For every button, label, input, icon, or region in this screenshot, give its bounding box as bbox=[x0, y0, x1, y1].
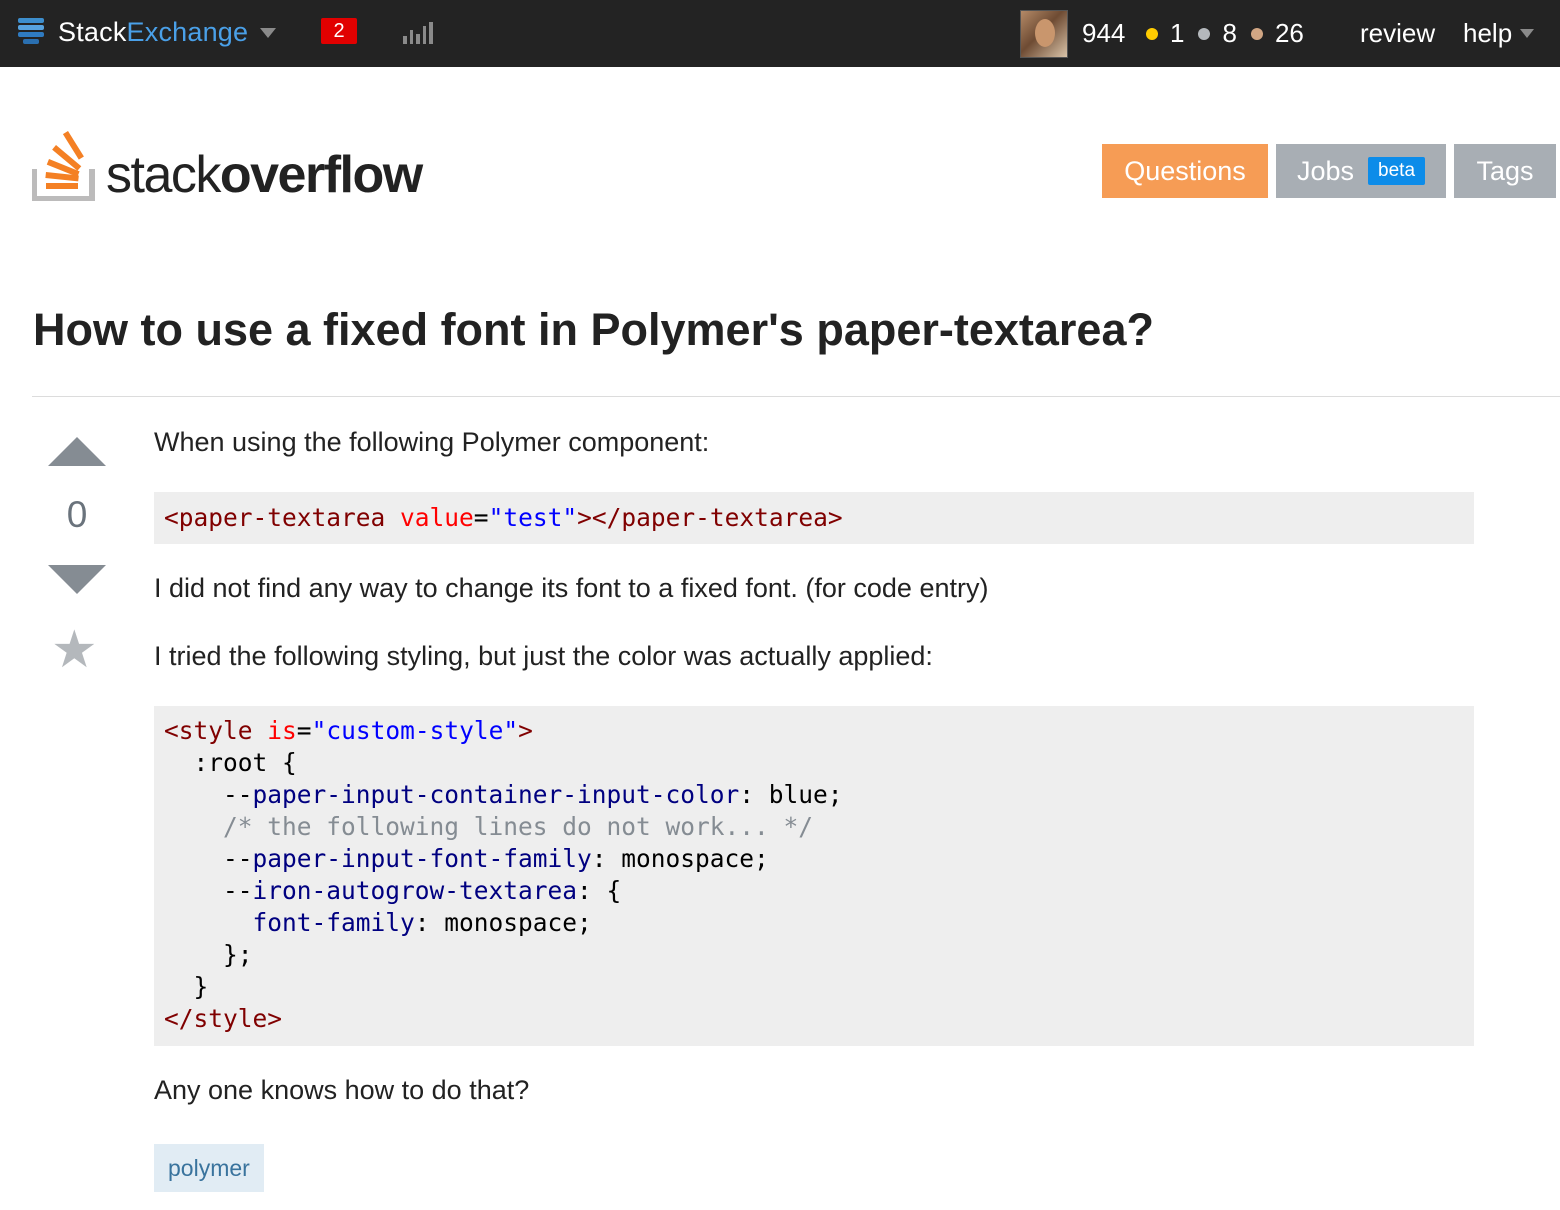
gold-badge-count: 1 bbox=[1170, 18, 1185, 48]
stackoverflow-wordmark: stackoverflow bbox=[106, 146, 423, 204]
tag-polymer[interactable]: polymer bbox=[154, 1144, 264, 1192]
downvote-arrow-icon[interactable] bbox=[48, 565, 106, 594]
question-paragraph-2: I did not find any way to change its fon… bbox=[154, 573, 989, 603]
question-paragraph-3: I tried the following styling, but just … bbox=[154, 641, 933, 671]
question-paragraph-4: Any one knows how to do that? bbox=[154, 1075, 530, 1105]
inbox-count-badge[interactable]: 2 bbox=[321, 18, 357, 44]
help-menu[interactable]: help bbox=[1463, 18, 1535, 49]
stackoverflow-logo-icon bbox=[32, 130, 95, 201]
stackexchange-site-name: StackExchange bbox=[58, 17, 249, 47]
code-block-2: <style is="custom-style"> :root { --pape… bbox=[154, 706, 1474, 1046]
reputation-score[interactable]: 944 bbox=[1082, 18, 1125, 49]
vote-count: 0 bbox=[66, 494, 88, 535]
tags-tab[interactable]: Tags bbox=[1454, 144, 1556, 198]
silver-badge-count: 8 bbox=[1222, 18, 1237, 48]
jobs-tab-label: Jobs bbox=[1296, 155, 1355, 186]
questions-tab-label: Questions bbox=[1124, 155, 1246, 186]
jobs-tab[interactable]: Jobs beta bbox=[1276, 144, 1446, 198]
chevron-down-icon bbox=[260, 27, 277, 38]
beta-badge: beta bbox=[1368, 157, 1426, 185]
achievements-icon[interactable] bbox=[403, 22, 433, 44]
code-block-1-text: <paper-textarea value="test"></paper-tex… bbox=[164, 503, 843, 532]
questions-tab[interactable]: Questions bbox=[1102, 144, 1268, 198]
favorite-star-icon[interactable]: ★ bbox=[51, 624, 98, 676]
user-avatar[interactable] bbox=[1020, 10, 1068, 58]
badge-counts[interactable]: 1 8 26 bbox=[1146, 18, 1318, 49]
review-link[interactable]: review bbox=[1360, 18, 1435, 49]
title-divider bbox=[32, 396, 1560, 397]
stackoverflow-logo[interactable]: stackoverflow bbox=[32, 125, 423, 204]
stackexchange-menu[interactable]: StackExchange bbox=[18, 17, 277, 48]
bronze-badge-icon bbox=[1250, 27, 1263, 40]
stackexchange-topbar: StackExchange 2 944 1 8 26 review help bbox=[0, 0, 1560, 67]
silver-badge-icon bbox=[1198, 27, 1211, 40]
bronze-badge-count: 26 bbox=[1274, 18, 1304, 48]
gold-badge-icon bbox=[1146, 27, 1158, 40]
question-paragraph-1: When using the following Polymer compone… bbox=[154, 427, 710, 457]
code-block-1: <paper-textarea value="test"></paper-tex… bbox=[154, 492, 1474, 544]
upvote-arrow-icon[interactable] bbox=[48, 437, 106, 466]
code-block-2-text: <style is="custom-style"> :root { --pape… bbox=[164, 716, 843, 1033]
help-label: help bbox=[1463, 18, 1513, 48]
stackexchange-logo-icon bbox=[18, 17, 46, 48]
chevron-down-icon bbox=[1520, 29, 1535, 38]
question-title[interactable]: How to use a fixed font in Polymer's pap… bbox=[33, 304, 1154, 356]
tags-tab-label: Tags bbox=[1476, 155, 1534, 186]
